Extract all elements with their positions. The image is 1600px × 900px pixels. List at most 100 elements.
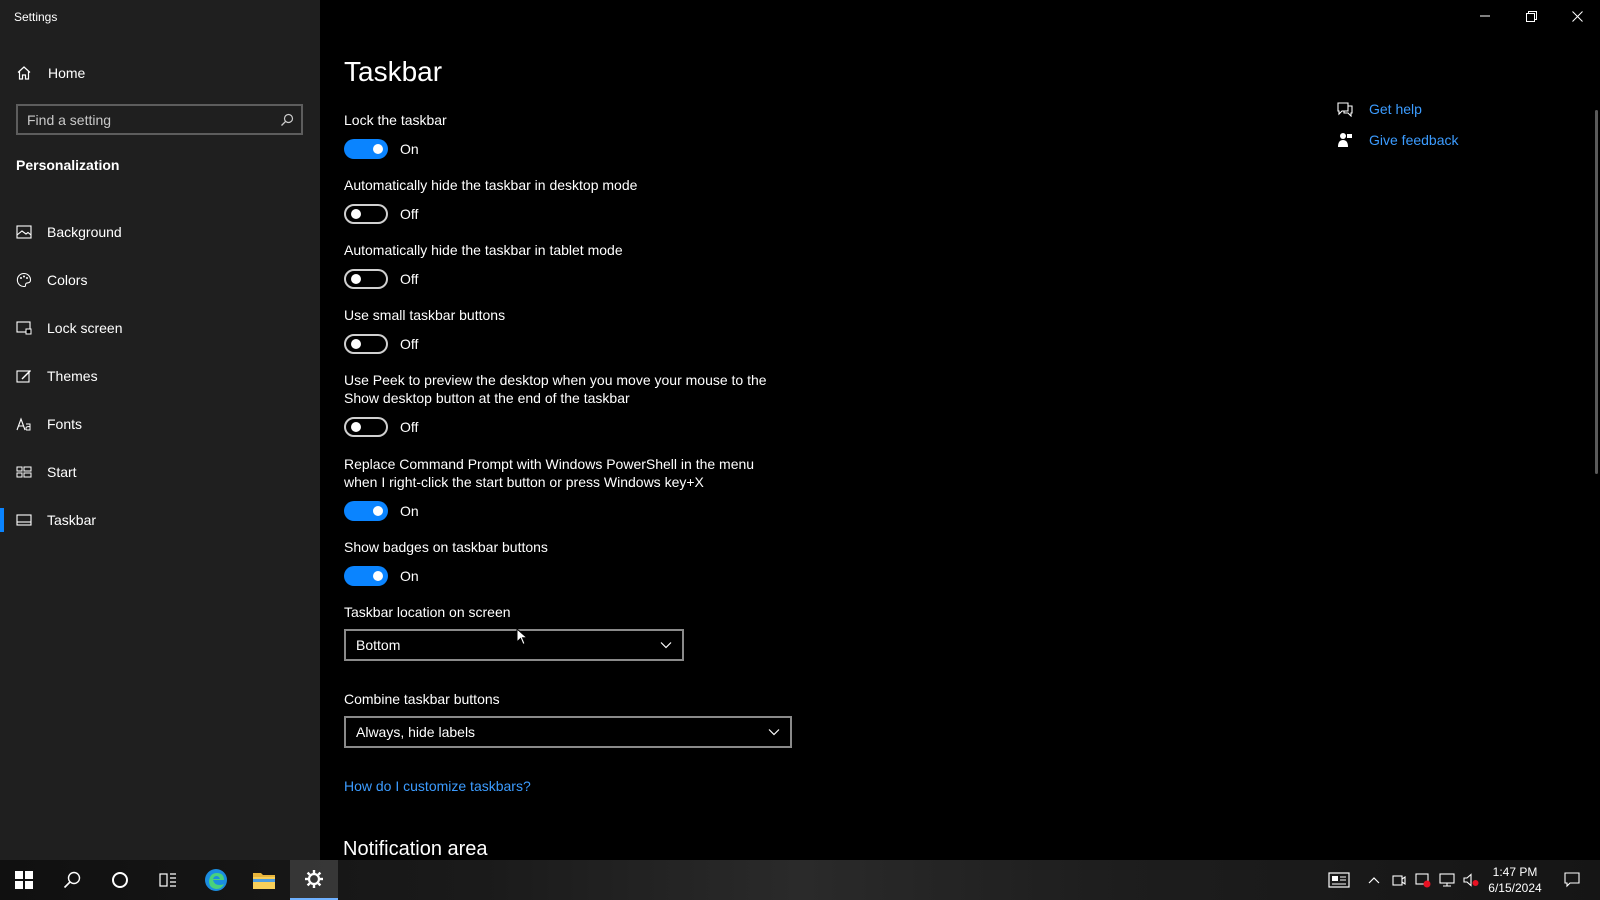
setting-label: Show badges on taskbar buttons [344,539,548,555]
main-content: Taskbar Lock the taskbar On Automaticall… [320,0,1600,860]
get-help-label: Get help [1369,101,1422,117]
task-view-icon [159,873,176,887]
autohide-tablet-toggle[interactable] [344,269,388,289]
sidebar-item-background[interactable]: Background [0,208,320,256]
sidebar-item-themes[interactable]: Themes [0,352,320,400]
gear-icon [305,870,323,888]
setting-label: Automatically hide the taskbar in deskto… [344,177,638,193]
settings-taskbar-button[interactable] [290,860,338,900]
setting-label: Automatically hide the taskbar in tablet… [344,242,623,258]
sidebar-item-label: Background [47,224,122,240]
get-help-link[interactable]: Get help [1336,101,1422,117]
show-hidden-icons-button[interactable] [1364,860,1384,900]
action-center-button[interactable] [1555,860,1589,900]
search-icon [63,871,81,889]
sidebar: Settings Home Personalization Background… [0,0,320,860]
security-warning-icon [1415,873,1431,888]
location-label-wrap: Taskbar location on screen [344,603,784,621]
start-button[interactable] [0,860,48,900]
sidebar-item-taskbar[interactable]: Taskbar [0,496,320,544]
fonts-icon [16,416,32,432]
combine-label: Combine taskbar buttons [344,691,500,707]
news-icon [1328,872,1350,888]
lock-screen-icon [16,320,32,336]
sidebar-item-label: Taskbar [47,512,97,528]
camera-icon [1392,875,1406,886]
give-feedback-label: Give feedback [1369,132,1459,148]
chevron-down-icon [768,729,780,736]
chevron-down-icon [660,642,672,649]
notification-icon [1564,872,1580,888]
taskbar-icon [16,512,32,528]
setting-powershell: Replace Command Prompt with Windows Powe… [344,455,784,521]
setting-autohide-desktop: Automatically hide the taskbar in deskto… [344,176,784,224]
sidebar-item-label: Colors [47,272,88,288]
sidebar-item-lock-screen[interactable]: Lock screen [0,304,320,352]
home-label: Home [48,65,86,81]
meet-now-button[interactable] [1388,860,1410,900]
page-title: Taskbar [344,56,443,87]
start-icon [16,464,32,480]
taskbar-search-button[interactable] [48,860,96,900]
notification-area-heading: Notification area [343,838,488,860]
customize-taskbars-link[interactable]: How do I customize taskbars? [344,778,531,794]
sidebar-item-colors[interactable]: Colors [0,256,320,304]
taskbar-location-dropdown[interactable]: Bottom [344,629,684,661]
file-explorer-button[interactable] [240,860,288,900]
feedback-icon [1336,132,1354,148]
small-buttons-toggle[interactable] [344,334,388,354]
picture-icon [16,224,32,240]
task-view-button[interactable] [144,860,192,900]
search-box[interactable] [16,104,303,135]
volume-muted-icon [1463,873,1479,887]
sidebar-item-label: Lock screen [47,320,123,336]
palette-icon [16,272,32,288]
mouse-cursor-icon [516,628,528,646]
network-icon [1439,873,1455,887]
lock-taskbar-toggle[interactable] [344,139,388,159]
cortana-icon [112,872,128,888]
folder-icon [253,873,275,889]
setting-lock-taskbar: Lock the taskbar On [344,111,784,159]
taskbar-clock[interactable]: 1:47 PM 6/15/2024 [1480,864,1550,896]
windows-logo-icon [15,871,33,889]
location-label: Taskbar location on screen [344,604,511,620]
setting-label: Use Peek to preview the desktop when you… [344,372,767,406]
chevron-up-icon [1368,877,1380,884]
dropdown-value: Bottom [356,637,401,653]
sidebar-item-label: Start [47,464,77,480]
combine-label-wrap: Combine taskbar buttons [344,690,784,708]
scrollbar[interactable] [1595,110,1598,474]
edge-taskbar-button[interactable] [192,860,240,900]
volume-tray-button[interactable] [1460,860,1482,900]
setting-badges: Show badges on taskbar buttons On [344,538,784,586]
edge-browser-icon [205,869,227,891]
setting-label: Lock the taskbar [344,112,447,128]
search-icon[interactable] [273,113,301,127]
toggle-state-text: Off [400,419,419,435]
setting-autohide-tablet: Automatically hide the taskbar in tablet… [344,241,784,289]
toggle-state-text: Off [400,206,419,222]
home-nav-item[interactable]: Home [16,62,85,84]
badges-toggle[interactable] [344,566,388,586]
setting-small-buttons: Use small taskbar buttons Off [344,306,784,354]
security-tray-button[interactable] [1412,860,1434,900]
toggle-state-text: Off [400,271,419,287]
sidebar-item-start[interactable]: Start [0,448,320,496]
sidebar-nav: Background Colors Lock screen Themes Fon… [0,208,320,544]
autohide-desktop-toggle[interactable] [344,204,388,224]
setting-label: Replace Command Prompt with Windows Powe… [344,456,755,490]
search-input[interactable] [18,111,273,128]
combine-buttons-dropdown[interactable]: Always, hide labels [344,716,792,748]
cortana-button[interactable] [96,860,144,900]
toggle-state-text: On [400,568,419,584]
sidebar-item-label: Fonts [47,416,83,432]
clock-time: 1:47 PM [1492,865,1538,879]
news-widget-button[interactable] [1324,860,1354,900]
network-tray-button[interactable] [1436,860,1458,900]
sidebar-item-fonts[interactable]: Fonts [0,400,320,448]
give-feedback-link[interactable]: Give feedback [1336,132,1459,148]
powershell-toggle[interactable] [344,501,388,521]
peek-toggle[interactable] [344,417,388,437]
windows-taskbar: 1:47 PM 6/15/2024 [0,860,1600,900]
